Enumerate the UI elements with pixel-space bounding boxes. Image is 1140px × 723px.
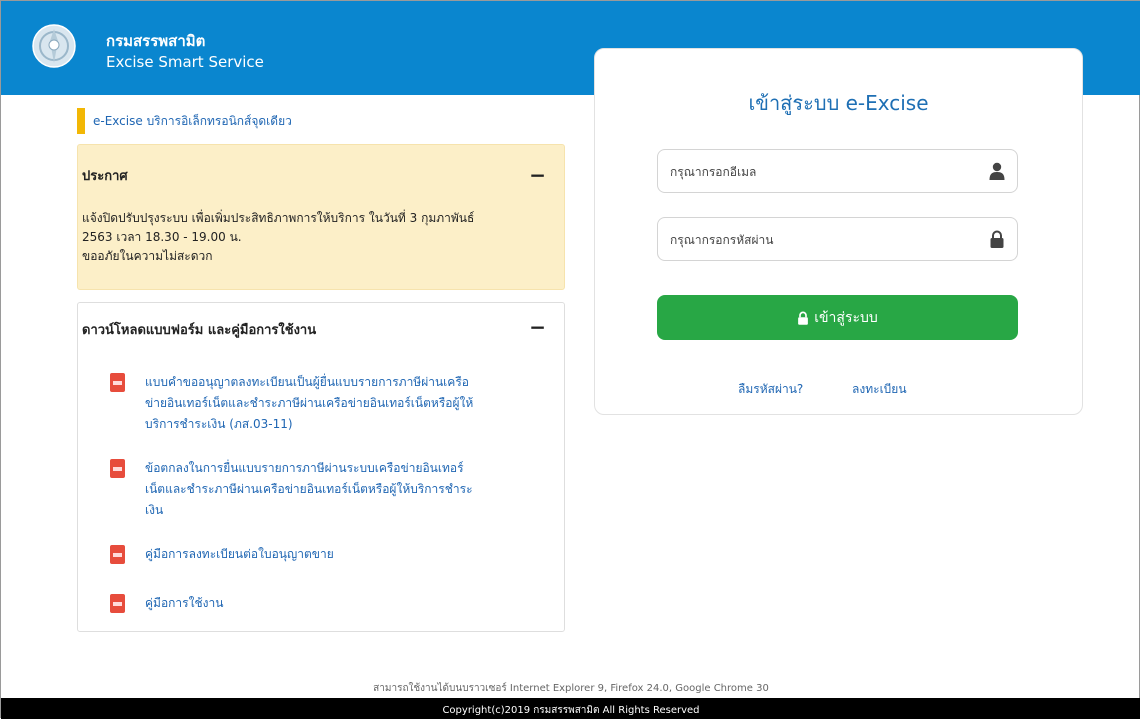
- downloads-collapse-button[interactable]: −: [529, 317, 546, 337]
- downloads-title: ดาวน์โหลดแบบฟอร์ม และคู่มือการใช้งาน: [82, 323, 317, 338]
- tagline-text: e-Excise บริการอิเล็กทรอนิกส์จุดเดียว: [93, 113, 292, 128]
- announcement-panel: ประกาศ − แจ้งปิดปรับปรุงระบบ เพื่อเพิ่มป…: [77, 144, 565, 290]
- org-name-thai: กรมสรรพสามิต: [106, 32, 206, 50]
- footer: Copyright(c)2019 กรมสรรพสามิต All Rights…: [1, 698, 1140, 719]
- browser-compatibility-note: สามารถใช้งานได้บนบราวเซอร์ Internet Expl…: [373, 683, 769, 694]
- download-link-line[interactable]: เน็ตและชำระภาษีผ่านเครือข่ายอินเทอร์เน็ต…: [145, 479, 535, 500]
- download-link-line[interactable]: ข้อตกลงในการยื่นแบบรายการภาษีผ่านระบบเคร…: [145, 458, 535, 479]
- download-link-line[interactable]: แบบคำขออนุญาตลงทะเบียนเป็นผู้ยื่นแบบรายก…: [145, 372, 535, 393]
- announcement-line: 2563 เวลา 18.30 - 19.00 น.: [82, 230, 242, 244]
- downloads-panel: ดาวน์โหลดแบบฟอร์ม และคู่มือการใช้งาน − แ…: [77, 302, 565, 632]
- login-button-label: เข้าสู่ระบบ: [814, 309, 878, 326]
- pdf-icon: [110, 373, 125, 392]
- pdf-icon: [110, 594, 125, 613]
- org-name-english: Excise Smart Service: [106, 53, 264, 71]
- tagline-accent-bar: [77, 108, 85, 134]
- register-link[interactable]: ลงทะเบียน: [852, 380, 907, 399]
- excise-emblem-icon: [32, 24, 76, 68]
- pdf-icon: [110, 459, 125, 478]
- download-link[interactable]: คู่มือการใช้งาน: [145, 593, 535, 614]
- announcement-collapse-button[interactable]: −: [529, 165, 546, 185]
- download-item-filing-agreement[interactable]: ข้อตกลงในการยื่นแบบรายการภาษีผ่านระบบเคร…: [110, 458, 535, 521]
- service-tagline: e-Excise บริการอิเล็กทรอนิกส์จุดเดียว: [77, 108, 292, 134]
- download-link-line[interactable]: คู่มือการใช้งาน: [145, 593, 535, 614]
- email-field[interactable]: [657, 149, 1018, 194]
- login-card: เข้าสู่ระบบ e-Excise เข้าสู่ระบบ ลืมรหัส…: [594, 48, 1083, 415]
- copyright-text: Copyright(c)2019 กรมสรรพสามิต All Rights…: [442, 705, 700, 716]
- download-link[interactable]: คู่มือการลงทะเบียนต่อใบอนุญาตขาย: [145, 544, 535, 565]
- download-link-line[interactable]: บริการชำระเงิน (ภส.03-11): [145, 414, 535, 435]
- lock-icon: [990, 230, 1004, 248]
- download-link-line[interactable]: เงิน: [145, 500, 535, 521]
- login-button[interactable]: เข้าสู่ระบบ: [657, 295, 1018, 340]
- download-link-line[interactable]: คู่มือการลงทะเบียนต่อใบอนุญาตขาย: [145, 544, 535, 565]
- announcement-line: ขออภัยในความไม่สะดวก: [82, 249, 213, 263]
- download-link-line[interactable]: ข่ายอินเทอร์เน็ตและชำระภาษีผ่านเครือข่าย…: [145, 393, 535, 414]
- login-title: เข้าสู่ระบบ e-Excise: [748, 91, 929, 115]
- download-item-user-manual[interactable]: คู่มือการใช้งาน: [110, 593, 535, 614]
- lock-icon: [798, 311, 809, 325]
- download-item-license-request-form[interactable]: แบบคำขออนุญาตลงทะเบียนเป็นผู้ยื่นแบบรายก…: [110, 372, 535, 435]
- download-link[interactable]: ข้อตกลงในการยื่นแบบรายการภาษีผ่านระบบเคร…: [145, 458, 535, 521]
- forgot-password-link[interactable]: ลืมรหัสผ่าน?: [738, 380, 803, 399]
- download-item-license-renewal-manual[interactable]: คู่มือการลงทะเบียนต่อใบอนุญาตขาย: [110, 544, 535, 565]
- announcement-line: แจ้งปิดปรับปรุงระบบ เพื่อเพิ่มประสิทธิภา…: [82, 211, 475, 225]
- user-icon: [989, 162, 1005, 180]
- password-input[interactable]: [658, 218, 972, 262]
- announcement-title: ประกาศ: [82, 169, 128, 184]
- announcement-body: แจ้งปิดปรับปรุงระบบ เพื่อเพิ่มประสิทธิภา…: [82, 209, 552, 266]
- password-field[interactable]: [657, 217, 1018, 262]
- pdf-icon: [110, 545, 125, 564]
- email-input[interactable]: [658, 150, 972, 194]
- download-link[interactable]: แบบคำขออนุญาตลงทะเบียนเป็นผู้ยื่นแบบรายก…: [145, 372, 535, 435]
